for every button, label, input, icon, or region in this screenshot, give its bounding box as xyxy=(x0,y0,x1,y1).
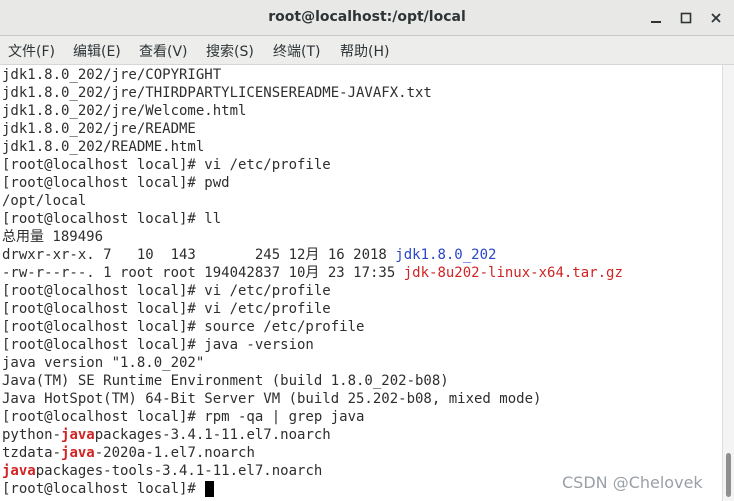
menu-view[interactable]: 查看(V) xyxy=(139,41,188,61)
menu-edit[interactable]: 编辑(E) xyxy=(73,41,121,61)
terminal-line: [root@localhost local]# vi /etc/profile xyxy=(2,283,331,299)
menu-file[interactable]: 文件(F) xyxy=(8,41,55,61)
terminal-line: jdk1.8.0_202/jre/COPYRIGHT xyxy=(2,67,222,83)
terminal-line: Java(TM) SE Runtime Environment (build 1… xyxy=(2,373,449,389)
text-cursor xyxy=(205,481,215,497)
watermark: CSDN @Chelovek xyxy=(562,473,703,492)
vertical-scrollbar[interactable] xyxy=(722,65,734,501)
terminal-line: [root@localhost local]# java -version xyxy=(2,337,314,353)
scrollbar-thumb[interactable] xyxy=(726,453,731,497)
terminal-window: root@localhost:/opt/local 文件(F) 编辑(E) 查看… xyxy=(0,0,734,501)
grep-match: java xyxy=(2,463,36,479)
terminal-line: [root@localhost local]# source /etc/prof… xyxy=(2,319,365,335)
terminal-line: javapackages-tools-3.4.1-11.el7.noarch xyxy=(2,462,322,480)
terminal-line: jdk1.8.0_202/jre/THIRDPARTYLICENSEREADME… xyxy=(2,85,432,101)
terminal-line: 总用量 189496 xyxy=(2,229,104,245)
terminal-line: [root@localhost local]# rpm -qa | grep j… xyxy=(2,409,365,425)
minimize-button[interactable] xyxy=(646,8,666,28)
close-button[interactable] xyxy=(706,8,726,28)
package-suffix: packages-tools-3.4.1-11.el7.noarch xyxy=(35,463,323,479)
terminal-line: -rw-r--r--. 1 root root 194042837 10月 23… xyxy=(2,264,623,282)
menu-help[interactable]: 帮助(H) xyxy=(340,41,389,61)
grep-match: java xyxy=(61,445,95,461)
prompt-line[interactable]: [root@localhost local]# xyxy=(2,480,215,498)
ls-entry-meta: drwxr-xr-x. 7 10 143 245 12月 16 2018 xyxy=(2,247,396,263)
shell-prompt: [root@localhost local]# xyxy=(2,481,205,497)
terminal-line: [root@localhost local]# ll xyxy=(2,211,222,227)
maximize-icon xyxy=(680,12,692,24)
menu-terminal[interactable]: 终端(T) xyxy=(273,41,320,61)
terminal-line: Java HotSpot(TM) 64-Bit Server VM (build… xyxy=(2,391,542,407)
directory-name: jdk1.8.0_202 xyxy=(395,247,497,263)
terminal-line: jdk1.8.0_202/jre/README xyxy=(2,121,196,137)
terminal-line: [root@localhost local]# vi /etc/profile xyxy=(2,157,331,173)
terminal-line: jdk1.8.0_202/README.html xyxy=(2,139,205,155)
package-suffix: -2020a-1.el7.noarch xyxy=(94,445,255,461)
grep-match: java xyxy=(61,427,95,443)
terminal-line: python-javapackages-3.4.1-11.el7.noarch xyxy=(2,426,331,444)
terminal-line: jdk1.8.0_202/jre/Welcome.html xyxy=(2,103,247,119)
title-bar[interactable]: root@localhost:/opt/local xyxy=(0,0,734,36)
terminal-output[interactable]: jdk1.8.0_202/jre/COPYRIGHT jdk1.8.0_202/… xyxy=(0,65,722,501)
terminal-line: tzdata-java-2020a-1.el7.noarch xyxy=(2,444,255,462)
package-suffix: packages-3.4.1-11.el7.noarch xyxy=(94,427,331,443)
menu-search[interactable]: 搜索(S) xyxy=(206,41,254,61)
menu-bar: 文件(F) 编辑(E) 查看(V) 搜索(S) 终端(T) 帮助(H) xyxy=(0,36,734,65)
ls-entry-meta: -rw-r--r--. 1 root root 194042837 10月 23… xyxy=(2,265,404,281)
terminal-line: [root@localhost local]# pwd xyxy=(2,175,230,191)
terminal-line: drwxr-xr-x. 7 10 143 245 12月 16 2018 jdk… xyxy=(2,246,496,264)
package-prefix: python- xyxy=(2,427,62,443)
window-title: root@localhost:/opt/local xyxy=(268,9,466,25)
close-icon xyxy=(711,13,721,23)
terminal-line: java version "1.8.0_202" xyxy=(2,355,205,371)
archive-name: jdk-8u202-linux-x64.tar.gz xyxy=(403,265,623,281)
terminal-line: /opt/local xyxy=(2,193,87,209)
terminal-line: [root@localhost local]# vi /etc/profile xyxy=(2,301,331,317)
maximize-button[interactable] xyxy=(676,8,696,28)
package-prefix: tzdata- xyxy=(2,445,62,461)
minimize-icon xyxy=(651,21,661,23)
